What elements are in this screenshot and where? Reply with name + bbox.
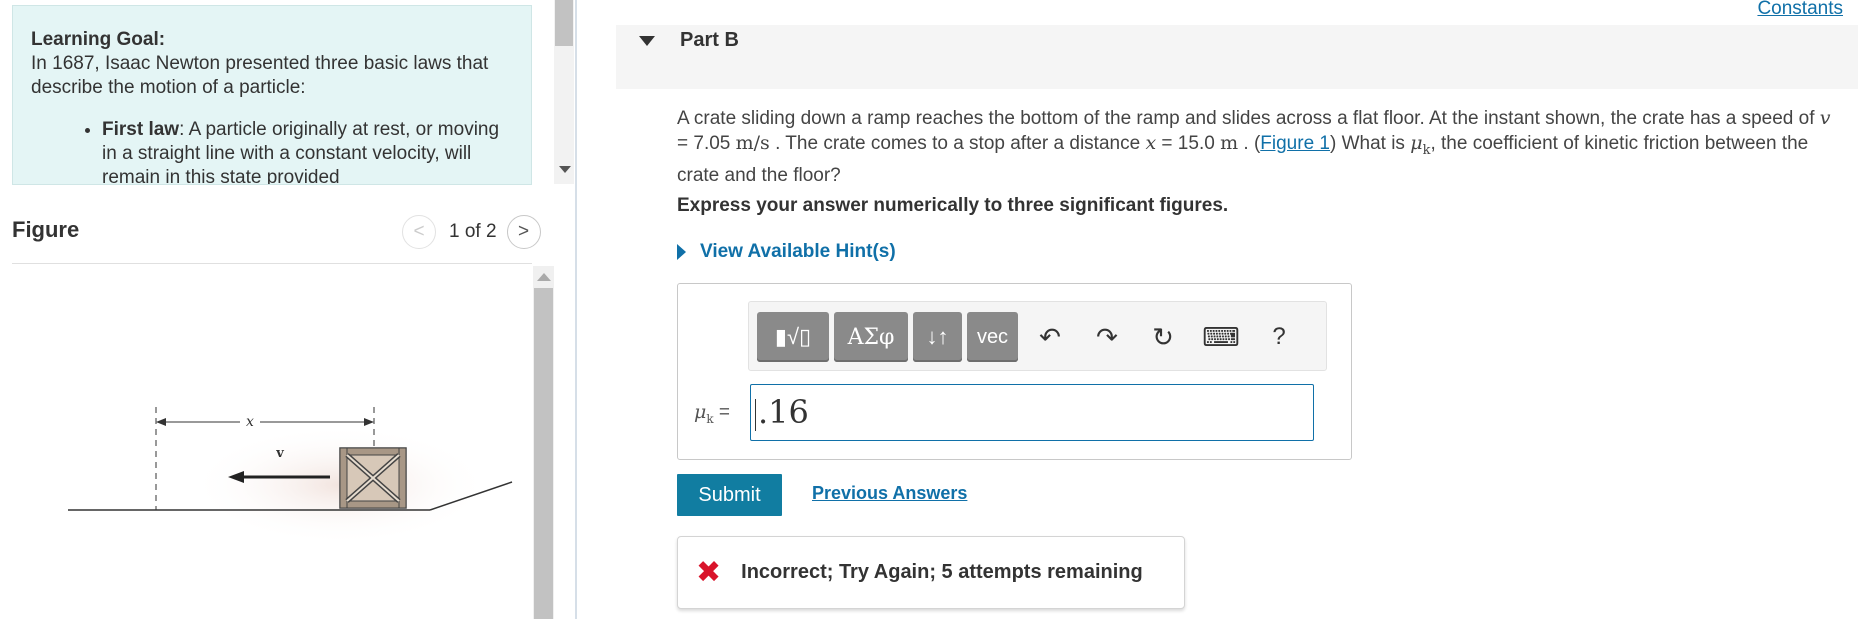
- next-figure-button[interactable]: >: [506, 215, 541, 249]
- distance-arrowhead-left: [156, 418, 166, 426]
- question-text: A crate sliding down a ramp reaches the …: [677, 106, 1842, 188]
- scroll-up-arrow-icon[interactable]: [537, 273, 551, 281]
- hint-toggle[interactable]: View Available Hint(s): [677, 241, 896, 263]
- part-title: Part B: [680, 29, 739, 51]
- distance-unit: m: [1220, 132, 1239, 154]
- arrows-button[interactable]: ↓↑: [913, 312, 962, 362]
- goal-scroll-thumb[interactable]: [555, 0, 573, 46]
- laws-list: First law: A particle originally at rest…: [31, 118, 513, 184]
- answer-label: μk =: [694, 401, 730, 426]
- constants-link[interactable]: Constants: [1757, 0, 1843, 20]
- divider: [12, 263, 532, 264]
- velocity-label: v: [275, 446, 284, 461]
- equals-sign: =: [713, 402, 731, 423]
- expand-triangle-icon: [677, 244, 686, 260]
- undo-icon[interactable]: ↶: [1032, 319, 1068, 355]
- answer-value: .16: [758, 393, 809, 431]
- part-header[interactable]: Part B: [616, 25, 1858, 89]
- question-text-part: . (: [1238, 133, 1261, 154]
- velocity-value: = 7.05: [677, 133, 736, 154]
- question-text-part: ) What is: [1329, 133, 1411, 154]
- hint-link[interactable]: View Available Hint(s): [700, 241, 896, 263]
- feedback-box: ✖ Incorrect; Try Again; 5 attempts remai…: [677, 536, 1185, 609]
- help-button[interactable]: ?: [1261, 319, 1297, 355]
- figure-link[interactable]: Figure 1: [1260, 133, 1330, 154]
- learning-goal-intro: In 1687, Isaac Newton presented three ba…: [31, 53, 489, 98]
- figure-scroll-thumb[interactable]: [534, 288, 553, 619]
- velocity-symbol: v: [1819, 107, 1831, 129]
- reset-icon[interactable]: ↻: [1145, 319, 1181, 355]
- keyboard-icon[interactable]: ⌨: [1202, 319, 1240, 355]
- crate-figure: x v: [68, 407, 513, 545]
- answer-instruction: Express your answer numerically to three…: [677, 195, 1229, 216]
- learning-goal-title: Learning Goal:: [31, 29, 166, 50]
- crate: [339, 447, 407, 509]
- redo-icon[interactable]: ↷: [1089, 319, 1125, 355]
- error-x-icon: ✖: [696, 556, 722, 589]
- greek-symbols-button[interactable]: ΑΣφ: [834, 312, 908, 362]
- feedback-message: Incorrect; Try Again; 5 attempts remaini…: [741, 561, 1143, 583]
- mu-symbol: μ: [1410, 132, 1423, 154]
- question-text-part: . The crate comes to a stop after a dist…: [769, 133, 1146, 154]
- distance-arrowhead-right: [364, 418, 374, 426]
- distance-symbol: x: [1145, 132, 1157, 154]
- law-term: First law: [102, 119, 180, 140]
- math-toolbar: ▮√▯ ΑΣφ ↓↑ vec ↶ ↷ ↻ ⌨ ?: [748, 301, 1327, 371]
- goal-scrollbar[interactable]: [554, 0, 574, 184]
- vector-button[interactable]: vec: [967, 312, 1018, 362]
- figure-pager: < 1 of 2 >: [402, 215, 541, 249]
- figure-page-indicator: 1 of 2: [449, 221, 497, 242]
- submit-button[interactable]: Submit: [677, 474, 782, 516]
- list-item: First law: A particle originally at rest…: [102, 118, 513, 184]
- scroll-down-arrow-icon[interactable]: [559, 166, 571, 173]
- collapse-caret-icon[interactable]: [639, 36, 655, 46]
- templates-button[interactable]: ▮√▯: [757, 312, 829, 362]
- answer-box: ▮√▯ ΑΣφ ↓↑ vec ↶ ↷ ↻ ⌨ ? μk = .16: [677, 283, 1352, 460]
- figure-scrollbar[interactable]: [533, 266, 554, 619]
- mu-symbol: μ: [694, 401, 707, 423]
- previous-figure-button[interactable]: <: [402, 215, 436, 249]
- mu-subscript: k: [706, 411, 714, 426]
- velocity-unit: m/s: [735, 132, 770, 154]
- learning-goal-box: Learning Goal: In 1687, Isaac Newton pre…: [12, 5, 532, 185]
- answer-input[interactable]: .16: [750, 384, 1314, 441]
- left-panel: Learning Goal: In 1687, Isaac Newton pre…: [0, 0, 577, 619]
- distance-value: = 15.0: [1156, 133, 1221, 154]
- previous-answers-link[interactable]: Previous Answers: [812, 483, 967, 504]
- question-text-part: A crate sliding down a ramp reaches the …: [677, 108, 1820, 129]
- figure-heading: Figure: [12, 217, 80, 242]
- right-panel: Constants Part B A crate sliding down a …: [579, 0, 1858, 619]
- text-cursor: [755, 398, 756, 431]
- distance-label: x: [246, 414, 254, 430]
